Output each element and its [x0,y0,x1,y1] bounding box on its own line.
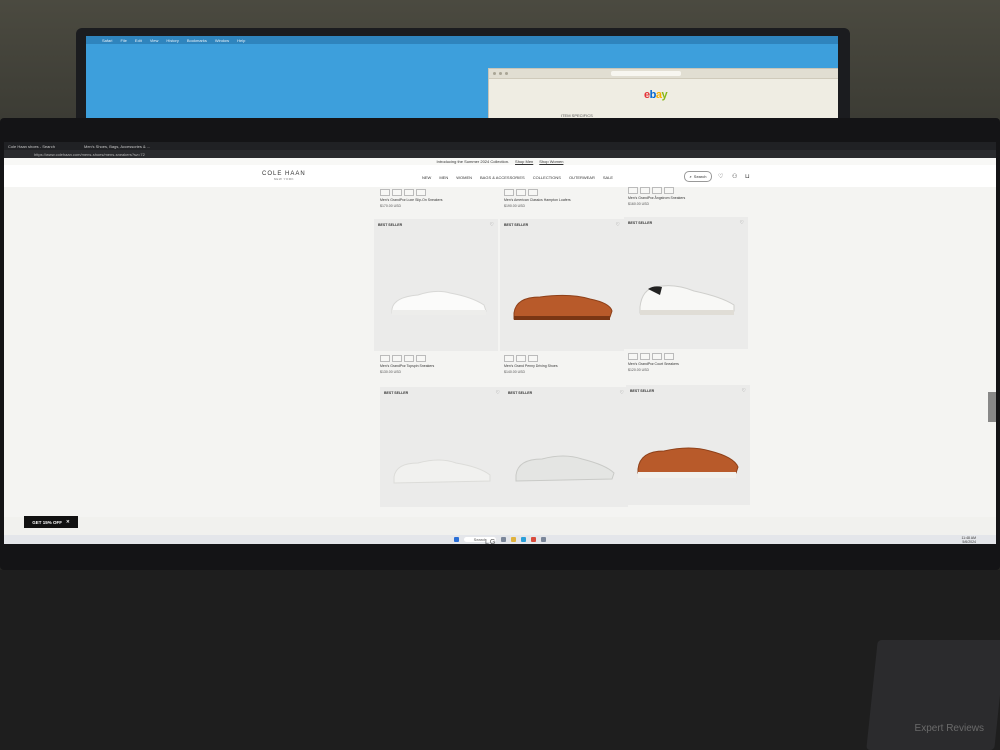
chrome-icon[interactable] [531,537,537,542]
wishlist-heart-icon[interactable]: ♡ [490,222,494,228]
menu-item[interactable]: History [166,38,178,43]
nav-item[interactable]: OUTERWEAR [569,175,595,180]
minimize-dot-icon[interactable] [499,72,502,75]
store-icon[interactable] [541,537,547,542]
product-card[interactable]: BEST SELLER ♡ [504,387,628,507]
windows-start-icon[interactable] [453,537,459,542]
white-sneaker-image [391,290,487,315]
url-text[interactable]: https://www.colehaan.com/mens-shoes/mens… [34,152,145,157]
zoom-dot-icon[interactable] [505,72,508,75]
product-info[interactable]: Men's American Classics Hampton Loafers $… [504,189,628,208]
ebay-logo: ebay [644,89,668,101]
browser-tab[interactable]: Cole Haan shoes - Search [8,144,78,149]
browser-tabbar: Cole Haan shoes - Search Men's Shoes, Ba… [4,142,996,150]
promo-bar: Introducing the Summer 2024 Collection. … [4,158,996,165]
nav-item[interactable]: BAGS & ACCESSORIES [480,175,525,180]
nav-item[interactable]: COLLECTIONS [533,175,561,180]
menu-item[interactable]: File [120,38,126,43]
nav-item[interactable]: SALE [603,175,613,180]
white-court-sneaker-image [639,285,735,315]
product-info[interactable]: Men's GrandPrø Topspin Sneakers $130.00 U… [380,355,504,374]
menu-item[interactable]: Help [237,38,245,43]
file-explorer-icon[interactable] [511,537,517,542]
shop-men-link[interactable]: Shop Men [515,159,533,164]
wishlist-heart-icon[interactable]: ♡ [496,390,500,396]
cognac-loafer-image [513,294,613,320]
heart-icon[interactable]: ♡ [718,173,723,180]
white-sneaker-image [393,459,491,484]
gray-sneaker-image [515,455,615,482]
close-dot-icon[interactable] [493,72,496,75]
product-card[interactable]: BEST SELLER ♡ [626,385,750,505]
search-button[interactable]: ⌕ Search [684,171,712,182]
taskbar: Search 11:48 AM 5/6/2024 [4,535,996,544]
site-header: COLE HAAN NEW YORK NEW MEN WOMEN BAGS & … [4,165,996,187]
cognac-oxford-image [637,447,739,478]
front-screen: Cole Haan shoes - Search Men's Shoes, Ba… [4,142,996,544]
main-nav: NEW MEN WOMEN BAGS & ACCESSORIES COLLECT… [422,175,613,180]
wishlist-heart-icon[interactable]: ♡ [616,222,620,228]
nav-item[interactable]: WOMEN [456,175,472,180]
front-monitor: Cole Haan shoes - Search Men's Shoes, Ba… [0,118,1000,570]
discount-button[interactable]: GET 15% OFF ✕ [24,516,78,528]
taskbar-clock[interactable]: 11:48 AM 5/6/2024 [961,536,976,544]
product-info[interactable]: Men's GrandPrø Court Sneakers $120.00 USD [628,353,752,372]
side-panel-tab[interactable] [988,392,996,422]
close-icon[interactable]: ✕ [66,519,70,525]
address-bar[interactable]: https://www.colehaan.com/mens-shoes/mens… [4,150,996,158]
shop-women-link[interactable]: Shop Women [539,159,563,164]
wishlist-heart-icon[interactable]: ♡ [742,388,746,394]
search-icon: ⌕ [689,174,692,179]
browser-tab[interactable]: Men's Shoes, Bags, Accessories & ... [84,144,154,149]
promo-text: Introducing the Summer 2024 Collection. [436,159,510,164]
account-icon[interactable]: ⚇ [732,173,737,180]
menu-item[interactable]: Safari [102,38,112,43]
edge-icon[interactable] [521,537,527,542]
product-info[interactable]: Men's GrandPrø Luxe Slip-On Sneakers $170… [380,189,504,208]
product-info[interactable]: Men's GrandPrø Ångstrom Sneakers $160.00 … [628,187,752,206]
wishlist-heart-icon[interactable]: ♡ [620,390,624,396]
menu-item[interactable]: Window [215,38,229,43]
watermark: Expert Reviews [914,723,984,734]
task-view-icon[interactable] [501,537,507,542]
desk [0,570,1000,750]
nav-item[interactable]: NEW [422,175,431,180]
product-card[interactable]: BEST SELLER ♡ [380,387,504,507]
lg-logo: LG [485,539,497,546]
product-info[interactable]: Men's Grand Penny Driving Shoes $140.00 U… [504,355,628,374]
nav-item[interactable]: MEN [439,175,448,180]
product-card[interactable]: BEST SELLER ♡ [374,219,498,351]
browser-toolbar [489,69,838,79]
product-grid: Men's GrandPrø Luxe Slip-On Sneakers $170… [4,187,996,517]
product-card[interactable]: BEST SELLER ♡ [500,219,624,351]
product-card[interactable]: BEST SELLER ♡ [624,217,748,349]
menu-item[interactable]: Bookmarks [187,38,207,43]
cart-icon[interactable]: ⊔ [745,173,750,180]
menu-item[interactable]: Edit [135,38,142,43]
menu-item[interactable]: View [150,38,159,43]
wishlist-heart-icon[interactable]: ♡ [740,220,744,226]
address-bar[interactable] [611,71,681,76]
mac-menubar: Safari File Edit View History Bookmarks … [86,36,838,44]
brand-logo[interactable]: COLE HAAN NEW YORK [262,171,306,181]
